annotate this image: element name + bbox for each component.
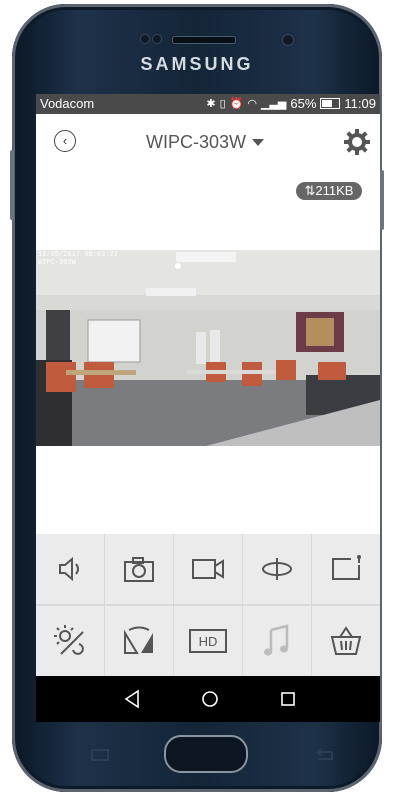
control-toolbar: HD — [36, 534, 380, 676]
chevron-left-icon: ‹ — [62, 133, 68, 148]
status-icons: ✱ ▯ ⏰ ◠ ▁▃▅ 65% 11:09 — [206, 96, 376, 111]
device-brand: SAMSUNG — [140, 54, 254, 74]
video-overlay-text: 16/05/2017 08:03:27 WIPC-303W — [38, 251, 118, 267]
back-nav-icon[interactable] — [122, 689, 142, 709]
sensor — [152, 34, 162, 44]
audio-button[interactable] — [36, 534, 104, 604]
record-button[interactable] — [174, 534, 242, 604]
brightness-icon — [54, 625, 84, 655]
gear-icon[interactable] — [342, 127, 372, 157]
share-button[interactable] — [312, 534, 380, 604]
vibrate-icon: ▯ — [219, 98, 226, 110]
wifi-icon: ◠ — [247, 98, 257, 110]
music-button[interactable] — [243, 606, 311, 676]
camera-icon — [124, 557, 154, 582]
snapshot-button[interactable] — [105, 534, 173, 604]
screen: Vodacom ✱ ▯ ⏰ ◠ ▁▃▅ 65% 11:09 ‹ WIPC-303… — [36, 94, 380, 722]
carrier-name: Vodacom — [40, 96, 95, 111]
video-camera-name: WIPC-303W — [38, 259, 76, 267]
bitrate-badge: ⇅211KB — [296, 182, 362, 200]
dropdown-arrow-icon — [252, 139, 265, 146]
recents-softkey-icon[interactable] — [90, 748, 110, 762]
flip-icon — [124, 626, 153, 654]
back-softkey-icon[interactable] — [312, 748, 334, 762]
home-nav-icon[interactable] — [200, 689, 220, 709]
alarm-icon: ⏰ — [229, 98, 244, 110]
volume-button — [10, 150, 14, 220]
speaker-icon — [59, 556, 79, 582]
clock: 11:09 — [344, 96, 376, 111]
earpiece-speaker — [172, 36, 236, 44]
recents-nav-icon[interactable] — [278, 689, 298, 709]
share-icon — [332, 555, 361, 580]
battery-percent: 65% — [290, 96, 317, 111]
transfer-icon: ⇅ — [304, 183, 316, 198]
signal-icon: ▁▃▅ — [261, 98, 287, 110]
cart-icon — [330, 626, 362, 655]
status-bar: Vodacom ✱ ▯ ⏰ ◠ ▁▃▅ 65% 11:09 — [36, 94, 380, 114]
android-nav-bar — [36, 676, 380, 722]
camera-selector[interactable]: WIPC-303W — [146, 132, 265, 153]
battery-icon — [320, 98, 341, 109]
video-record-icon — [192, 559, 224, 579]
front-camera — [282, 34, 294, 46]
flip-button[interactable] — [105, 606, 173, 676]
sensor — [140, 34, 150, 44]
bluetooth-icon: ✱ — [206, 98, 216, 110]
camera-title: WIPC-303W — [146, 132, 247, 152]
brightness-button[interactable] — [36, 606, 104, 676]
rotate-icon — [262, 558, 292, 580]
back-button[interactable]: ‹ — [54, 130, 76, 152]
physical-home-button[interactable] — [164, 735, 248, 773]
video-timestamp: 16/05/2017 08:03:27 — [38, 251, 118, 259]
app-bar: ‹ WIPC-303W — [36, 114, 380, 166]
video-frame — [36, 250, 380, 446]
hd-button[interactable]: HD — [174, 606, 242, 676]
hd-label: HD — [199, 634, 218, 649]
camera-video-feed[interactable]: 16/05/2017 08:03:27 WIPC-303W — [36, 250, 380, 446]
music-icon — [264, 624, 289, 656]
power-button — [380, 170, 384, 230]
bitrate-value: 211KB — [315, 183, 354, 198]
hd-icon: HD — [189, 629, 227, 653]
cart-button[interactable] — [312, 606, 380, 676]
rotate-button[interactable] — [243, 534, 311, 604]
